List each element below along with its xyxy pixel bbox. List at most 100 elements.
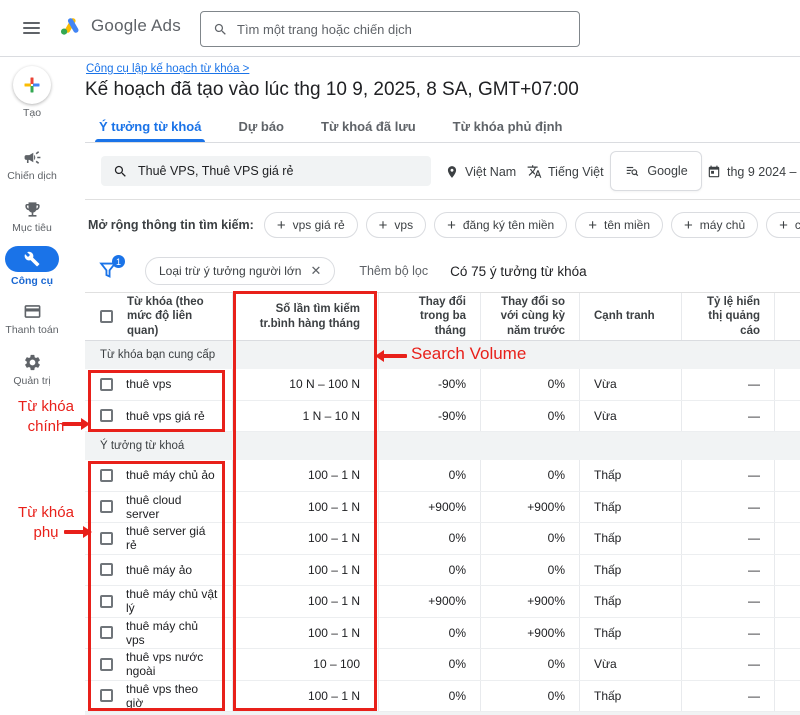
three-month-change-cell: 0% bbox=[378, 681, 480, 712]
language-label: Tiếng Việt bbox=[548, 165, 604, 179]
yoy-change-cell: +900% bbox=[480, 618, 579, 649]
row-checkbox[interactable] bbox=[100, 626, 113, 639]
header-keyword-column: Từ khóa (theo mức độ liên quan) bbox=[85, 293, 232, 340]
expansion-chip[interactable]: + tên miền bbox=[575, 212, 663, 238]
date-range-selector[interactable]: thg 9 2024 – thg 8 bbox=[707, 143, 800, 200]
keyword-row: thuê máy chủ ảo100 – 1 N0%0%Thấp— bbox=[85, 460, 800, 492]
row-checkbox[interactable] bbox=[100, 563, 113, 576]
competition-cell: Thấp bbox=[579, 681, 681, 712]
expansion-chip-label: cloud vps bbox=[795, 218, 800, 232]
plus-icon bbox=[22, 75, 42, 95]
add-filter-button[interactable]: Thêm bộ lọc bbox=[359, 264, 428, 278]
translate-icon bbox=[527, 164, 542, 179]
sidebar: Tạo Chiến dịch Mục tiêu Công cụ Thanh to… bbox=[0, 57, 85, 715]
location-selector[interactable]: Việt Nam bbox=[445, 143, 516, 200]
keyword-row: thuê máy chủ vps100 – 1 N0%+900%Thấp— bbox=[85, 618, 800, 650]
extra-cell bbox=[774, 649, 800, 680]
campaigns-icon bbox=[0, 148, 64, 167]
sidebar-label: Thanh toán bbox=[0, 324, 64, 336]
three-month-change-cell: +900% bbox=[378, 492, 480, 523]
network-selector[interactable]: Google bbox=[610, 151, 702, 191]
row-checkbox[interactable] bbox=[100, 658, 113, 671]
sidebar-item-admin[interactable]: Quản trị bbox=[0, 353, 64, 387]
plus-icon: + bbox=[379, 217, 388, 234]
row-checkbox[interactable] bbox=[100, 689, 113, 702]
menu-icon[interactable] bbox=[23, 22, 40, 35]
competition-cell: Thấp bbox=[579, 460, 681, 491]
sidebar-item-create[interactable]: Tạo bbox=[0, 66, 64, 119]
keyword-cell: thuê vps bbox=[85, 369, 232, 400]
row-checkbox[interactable] bbox=[100, 378, 113, 391]
tab-saved-keywords[interactable]: Từ khoá đã lưu bbox=[321, 111, 416, 142]
extra-cell bbox=[774, 586, 800, 617]
row-checkbox[interactable] bbox=[100, 500, 113, 513]
tab-keyword-ideas[interactable]: Ý tưởng từ khoá bbox=[99, 111, 201, 142]
tab-forecast[interactable]: Dự báo bbox=[238, 111, 284, 142]
sidebar-label: Tạo bbox=[0, 107, 64, 119]
keyword-label: thuê vps bbox=[126, 377, 171, 391]
google-ads-logo-icon bbox=[57, 14, 83, 38]
expansion-chip[interactable]: +vps giá rẻ bbox=[264, 212, 358, 238]
global-search-box[interactable] bbox=[200, 11, 580, 47]
expansion-chip-label: vps bbox=[394, 218, 413, 232]
header-three-month-column[interactable]: Thay đổi trong ba tháng bbox=[378, 293, 480, 340]
three-month-change-cell: -90% bbox=[378, 369, 480, 400]
create-button[interactable] bbox=[13, 66, 51, 104]
plus-icon: + bbox=[588, 217, 597, 234]
sidebar-label: Mục tiêu bbox=[0, 222, 64, 234]
volume-cell: 10 N – 100 N bbox=[232, 369, 378, 400]
competition-cell: Thấp bbox=[579, 555, 681, 586]
yoy-change-cell: 0% bbox=[480, 460, 579, 491]
yoy-change-cell: +900% bbox=[480, 492, 579, 523]
sidebar-item-goals[interactable]: Mục tiêu bbox=[0, 200, 64, 234]
volume-cell: 10 – 100 bbox=[232, 649, 378, 680]
expansion-chip[interactable]: + cloud vps bbox=[766, 212, 800, 238]
ad-share-cell: — bbox=[681, 492, 774, 523]
language-selector[interactable]: Tiếng Việt bbox=[527, 143, 604, 200]
extra-cell bbox=[774, 369, 800, 400]
active-filter-chip[interactable]: Loại trừ ý tưởng người lớn ✕ bbox=[145, 257, 335, 285]
tab-negative-keywords[interactable]: Từ khóa phủ định bbox=[453, 111, 563, 142]
volume-cell: 100 – 1 N bbox=[232, 586, 378, 617]
keyword-label: thuê máy chủ ảo bbox=[126, 468, 215, 482]
yoy-change-cell: 0% bbox=[480, 401, 579, 432]
filter-button[interactable]: 1 bbox=[97, 259, 123, 283]
sidebar-label: Công cụ bbox=[0, 275, 64, 287]
date-range-label: thg 9 2024 – thg 8 bbox=[727, 165, 800, 179]
competition-cell: Thấp bbox=[579, 523, 681, 554]
header-ad-share-column[interactable]: Tỷ lệ hiển thị quảng cáo bbox=[681, 293, 774, 340]
search-icon bbox=[213, 22, 228, 37]
expansion-chip[interactable]: +máy chủ bbox=[671, 212, 758, 238]
remove-filter-icon[interactable]: ✕ bbox=[310, 263, 321, 279]
row-checkbox[interactable] bbox=[100, 409, 113, 422]
row-checkbox[interactable] bbox=[100, 469, 113, 482]
sidebar-item-campaigns[interactable]: Chiến dịch bbox=[0, 148, 64, 182]
header-volume-column[interactable]: Số lần tìm kiếm tr.bình hàng tháng bbox=[232, 293, 378, 340]
yoy-change-cell: 0% bbox=[480, 523, 579, 554]
plus-icon: + bbox=[779, 217, 788, 234]
row-checkbox[interactable] bbox=[100, 595, 113, 608]
keyword-label: thuê vps nước ngoài bbox=[126, 650, 218, 678]
extra-cell bbox=[774, 460, 800, 491]
sidebar-item-tools[interactable]: Công cụ bbox=[0, 246, 64, 287]
header-yoy-column[interactable]: Thay đổi so với cùng kỳ năm trước bbox=[480, 293, 579, 340]
select-all-checkbox[interactable] bbox=[100, 310, 113, 323]
sidebar-item-billing[interactable]: Thanh toán bbox=[0, 302, 64, 336]
keyword-search-box[interactable] bbox=[101, 156, 431, 186]
tools-pill bbox=[5, 246, 59, 272]
breadcrumb[interactable]: Công cụ lập kế hoạch từ khóa > bbox=[86, 63, 249, 75]
expansion-chip-label: tên miền bbox=[604, 218, 650, 232]
header-competition-column[interactable]: Cạnh tranh bbox=[579, 293, 681, 340]
section-header-row: Từ khóa bạn cung cấp bbox=[85, 341, 800, 369]
logo-text: Google Ads bbox=[91, 16, 181, 36]
extra-cell bbox=[774, 681, 800, 712]
expansion-chip-label: đăng ký tên miền bbox=[463, 218, 554, 232]
global-search-input[interactable] bbox=[237, 22, 567, 37]
expansion-chip[interactable]: +đăng ký tên miền bbox=[434, 212, 567, 238]
keyword-row: thuê cloud server100 – 1 N+900%+900%Thấp… bbox=[85, 492, 800, 524]
row-checkbox[interactable] bbox=[100, 532, 113, 545]
keyword-row: thuê máy ảo100 – 1 N0%0%Thấp— bbox=[85, 555, 800, 587]
keyword-search-input[interactable] bbox=[138, 164, 419, 178]
expansion-chip[interactable]: + vps bbox=[366, 212, 426, 238]
tools-icon bbox=[24, 251, 40, 267]
